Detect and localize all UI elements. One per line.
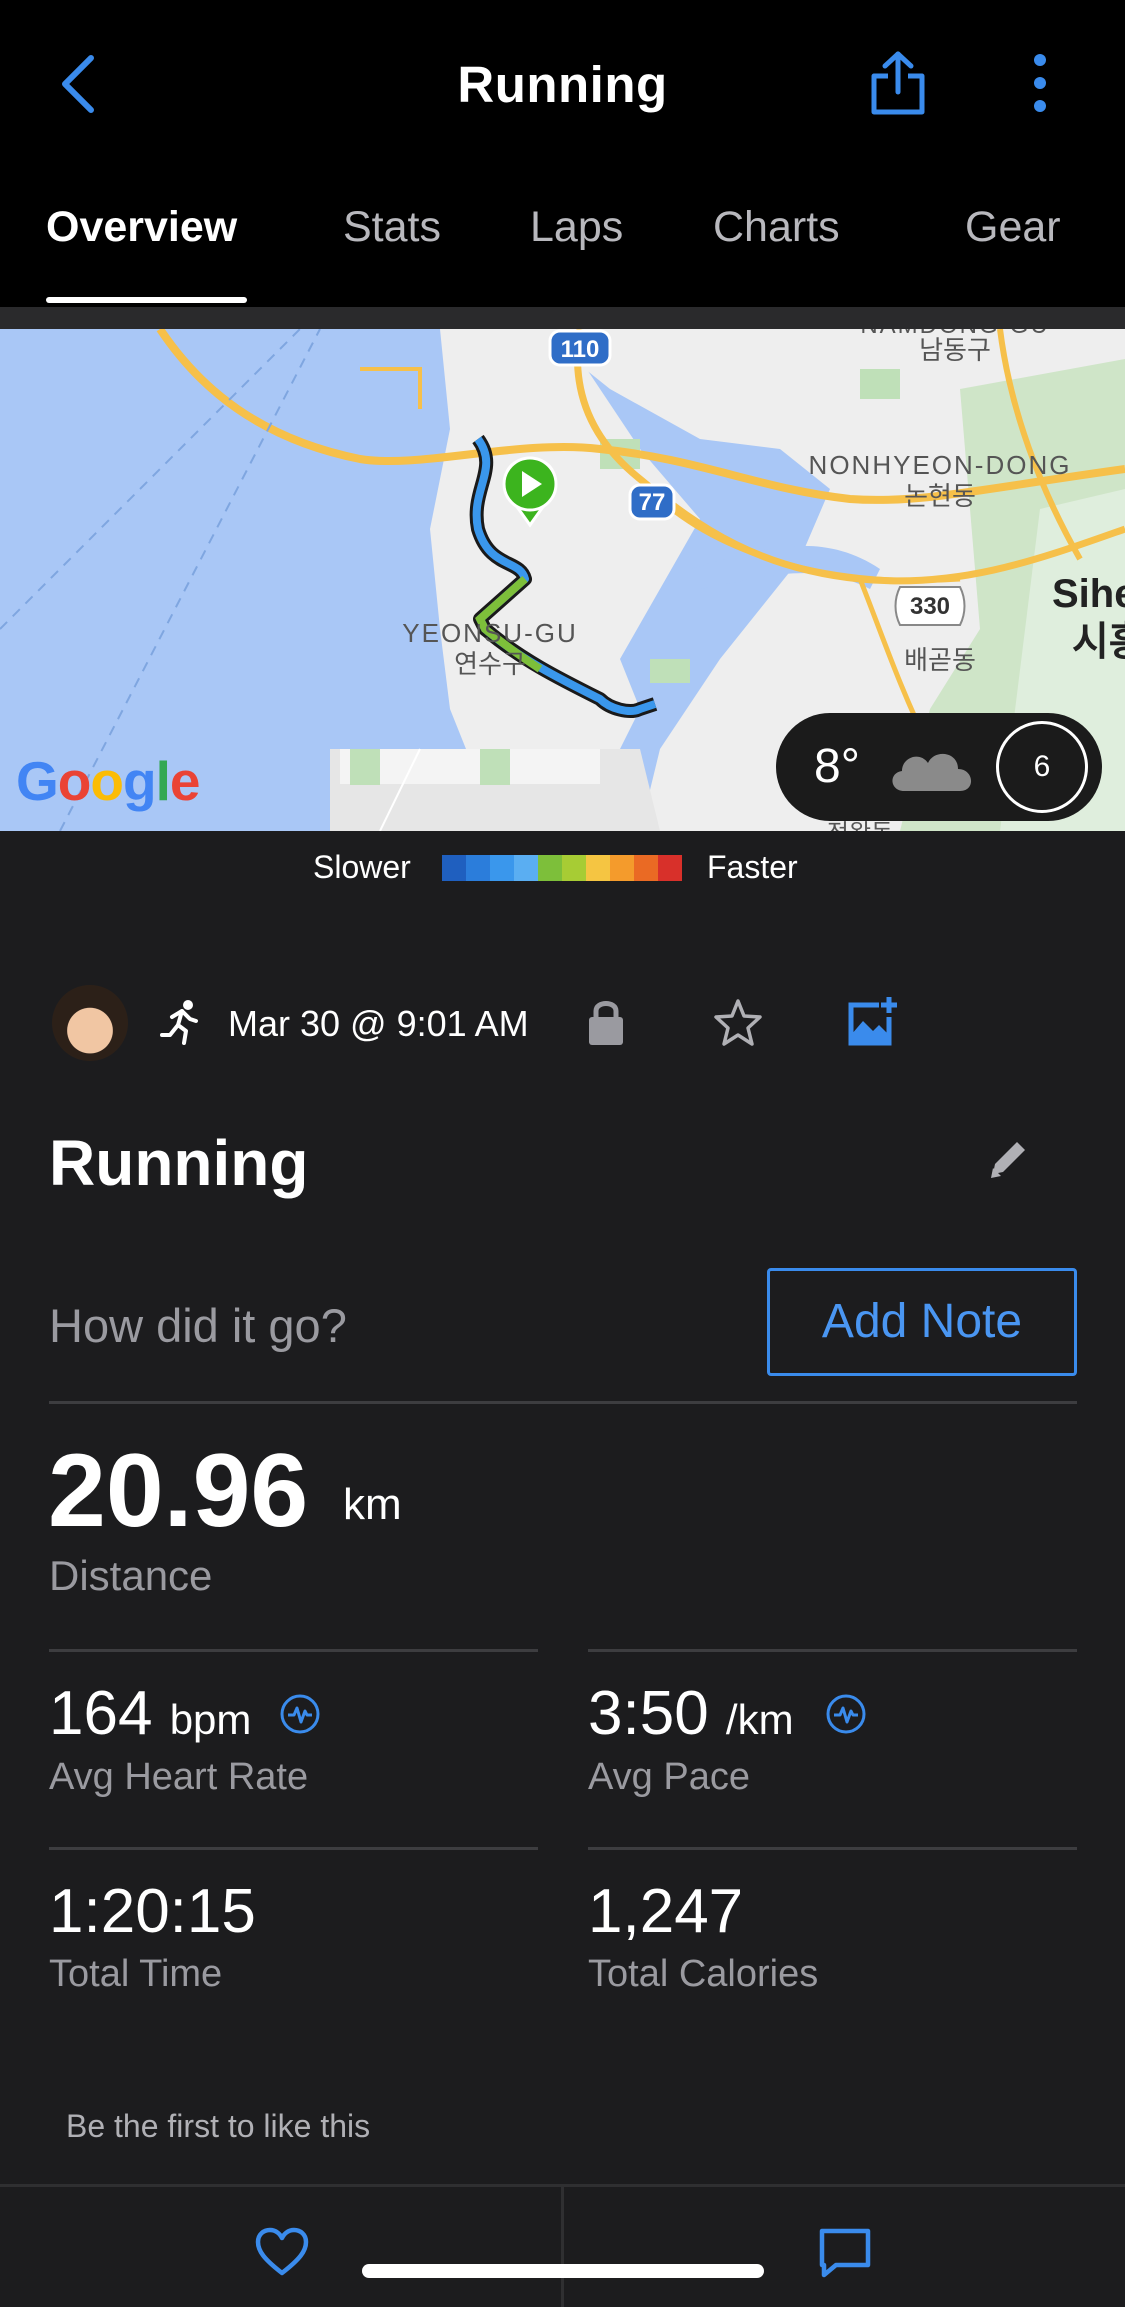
distance-unit: km [343, 1480, 402, 1529]
avatar[interactable] [52, 985, 128, 1061]
add-note-button[interactable]: Add Note [767, 1268, 1077, 1376]
legend-slower-label: Slower [313, 849, 411, 885]
pace-color-swatch [490, 855, 514, 881]
bottom-bar-separator [561, 2187, 564, 2307]
road-label-77: 77 [639, 489, 666, 516]
avg-heart-rate-stat: 164 bpm [49, 1678, 251, 1749]
pace-sensor-icon [826, 1694, 866, 1734]
map-label-yeonsu-kr: 연수구 [454, 650, 526, 680]
total-time-value: 1:20:15 [49, 1877, 256, 1946]
temperature: 8° [814, 740, 860, 793]
divider [49, 1847, 538, 1850]
like-heart-icon[interactable] [254, 2227, 310, 2277]
pace-color-swatch [610, 855, 634, 881]
divider [49, 1401, 1077, 1404]
likes-text: Be the first to like this [66, 2108, 371, 2144]
total-calories-value: 1,247 [588, 1877, 744, 1946]
more-options-icon[interactable] [1020, 50, 1060, 116]
privacy-lock-icon[interactable] [586, 997, 626, 1047]
active-tab-indicator [46, 297, 247, 303]
road-label-330: 330 [910, 593, 950, 620]
divider [588, 1649, 1077, 1652]
heart-rate-sensor-icon [280, 1694, 320, 1734]
cloud-icon [892, 753, 972, 791]
divider [588, 1847, 1077, 1850]
pace-color-swatch [538, 855, 562, 881]
add-photo-icon[interactable] [845, 995, 899, 1049]
pace-color-swatch [658, 855, 682, 881]
avg-pace-unit: /km [725, 1696, 794, 1743]
google-logo: Google [16, 750, 200, 812]
tab-laps[interactable]: Laps [530, 203, 623, 252]
tab-bar: Overview Stats Laps Charts Gear [0, 165, 1125, 307]
tab-gear[interactable]: Gear [965, 203, 1061, 252]
map-label-siheung-kr: 시흥 [1072, 619, 1125, 665]
pace-legend: Slower Faster [0, 831, 1125, 901]
pace-color-swatch [442, 855, 466, 881]
pace-color-swatch [514, 855, 538, 881]
pace-color-swatch [586, 855, 610, 881]
pace-color-swatch [634, 855, 658, 881]
note-prompt: How did it go? [49, 1299, 347, 1352]
edit-pencil-icon[interactable] [987, 1136, 1031, 1180]
tab-charts[interactable]: Charts [713, 203, 840, 252]
avg-pace-value: 3:50 [588, 1679, 709, 1748]
map-label-namdong-kr: 남동구 [919, 336, 991, 366]
avg-heart-rate-unit: bpm [169, 1696, 252, 1743]
pace-color-swatch [562, 855, 586, 881]
divider [49, 1649, 538, 1652]
avg-pace-stat: 3:50 /km [588, 1678, 794, 1749]
top-bar: Running [0, 0, 1125, 165]
running-activity-icon [160, 1000, 198, 1045]
map-label-baegot-kr: 배곧동 [904, 646, 976, 676]
activity-meta-row: Mar 30 @ 9:01 AM [0, 985, 1125, 1071]
map-label-nonhyeon: NONHYEON-DONG [809, 450, 1072, 480]
avg-heart-rate-value: 164 [49, 1679, 153, 1748]
map-label-namdong: NAMDONG-GU [860, 329, 1049, 339]
tab-overview[interactable]: Overview [46, 203, 237, 252]
wind-speed-indicator: 6 [996, 721, 1088, 813]
share-icon[interactable] [868, 50, 928, 116]
total-time-label: Total Time [49, 1953, 223, 1995]
activity-datetime: Mar 30 @ 9:01 AM [228, 1003, 529, 1044]
section-divider [0, 307, 1125, 329]
bottom-action-bar [0, 2184, 1125, 2307]
tab-stats[interactable]: Stats [343, 203, 441, 252]
pace-color-swatch [466, 855, 490, 881]
favorite-star-icon[interactable] [712, 997, 764, 1049]
comment-icon[interactable] [818, 2227, 872, 2279]
weather-badge: 8° 6 [776, 713, 1102, 821]
avg-heart-rate-label: Avg Heart Rate [49, 1756, 309, 1798]
map-label-nonhyeon-kr: 논현동 [904, 482, 976, 512]
wind-speed: 6 [1033, 750, 1051, 783]
distance-label: Distance [49, 1552, 213, 1599]
road-label-110: 110 [561, 336, 600, 363]
route-map[interactable]: 110 77 330 YEONSU-GU 연수구 NONHYEON-DONG 논… [0, 329, 1125, 831]
legend-faster-label: Faster [707, 849, 798, 885]
home-indicator[interactable] [362, 2264, 764, 2278]
distance-value: 20.96 [48, 1433, 309, 1549]
page-title: Running [457, 56, 668, 113]
map-label-yeonsu: YEONSU-GU [402, 618, 577, 648]
total-calories-label: Total Calories [588, 1953, 819, 1995]
avg-pace-label: Avg Pace [588, 1756, 750, 1798]
activity-title: Running [49, 1127, 309, 1199]
map-label-siheung: Sihe [1052, 572, 1125, 616]
pace-color-scale [442, 855, 682, 881]
